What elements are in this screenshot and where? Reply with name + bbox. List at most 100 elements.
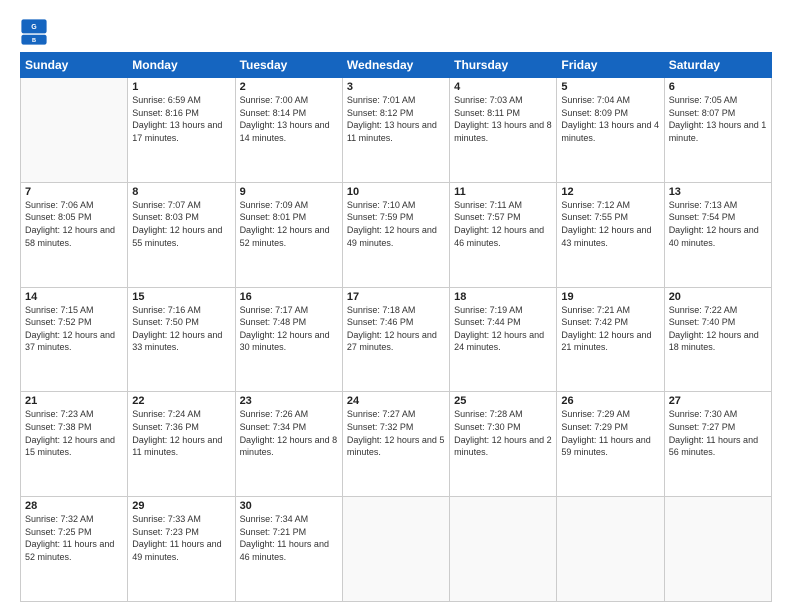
calendar-cell: 13Sunrise: 7:13 AM Sunset: 7:54 PM Dayli…	[664, 182, 771, 287]
day-info: Sunrise: 7:13 AM Sunset: 7:54 PM Dayligh…	[669, 199, 767, 249]
calendar-cell: 16Sunrise: 7:17 AM Sunset: 7:48 PM Dayli…	[235, 287, 342, 392]
day-info: Sunrise: 7:29 AM Sunset: 7:29 PM Dayligh…	[561, 408, 659, 458]
calendar-cell: 3Sunrise: 7:01 AM Sunset: 8:12 PM Daylig…	[342, 78, 449, 183]
day-number: 14	[25, 291, 123, 303]
day-number: 6	[669, 81, 767, 93]
week-row-3: 14Sunrise: 7:15 AM Sunset: 7:52 PM Dayli…	[21, 287, 772, 392]
weekday-header-saturday: Saturday	[664, 53, 771, 78]
day-number: 20	[669, 291, 767, 303]
calendar-cell	[342, 497, 449, 602]
day-info: Sunrise: 7:23 AM Sunset: 7:38 PM Dayligh…	[25, 408, 123, 458]
calendar-cell	[664, 497, 771, 602]
calendar-cell: 2Sunrise: 7:00 AM Sunset: 8:14 PM Daylig…	[235, 78, 342, 183]
day-info: Sunrise: 7:24 AM Sunset: 7:36 PM Dayligh…	[132, 408, 230, 458]
weekday-header-wednesday: Wednesday	[342, 53, 449, 78]
day-number: 22	[132, 395, 230, 407]
weekday-header-friday: Friday	[557, 53, 664, 78]
day-info: Sunrise: 7:10 AM Sunset: 7:59 PM Dayligh…	[347, 199, 445, 249]
calendar-cell	[557, 497, 664, 602]
calendar-cell: 12Sunrise: 7:12 AM Sunset: 7:55 PM Dayli…	[557, 182, 664, 287]
day-number: 8	[132, 186, 230, 198]
calendar-cell: 14Sunrise: 7:15 AM Sunset: 7:52 PM Dayli…	[21, 287, 128, 392]
calendar-cell: 7Sunrise: 7:06 AM Sunset: 8:05 PM Daylig…	[21, 182, 128, 287]
weekday-header-monday: Monday	[128, 53, 235, 78]
calendar-cell: 1Sunrise: 6:59 AM Sunset: 8:16 PM Daylig…	[128, 78, 235, 183]
calendar-cell: 21Sunrise: 7:23 AM Sunset: 7:38 PM Dayli…	[21, 392, 128, 497]
day-info: Sunrise: 7:01 AM Sunset: 8:12 PM Dayligh…	[347, 94, 445, 144]
day-info: Sunrise: 7:06 AM Sunset: 8:05 PM Dayligh…	[25, 199, 123, 249]
day-number: 11	[454, 186, 552, 198]
week-row-1: 1Sunrise: 6:59 AM Sunset: 8:16 PM Daylig…	[21, 78, 772, 183]
week-row-5: 28Sunrise: 7:32 AM Sunset: 7:25 PM Dayli…	[21, 497, 772, 602]
calendar-cell: 30Sunrise: 7:34 AM Sunset: 7:21 PM Dayli…	[235, 497, 342, 602]
calendar-cell: 19Sunrise: 7:21 AM Sunset: 7:42 PM Dayli…	[557, 287, 664, 392]
day-number: 18	[454, 291, 552, 303]
calendar-cell: 6Sunrise: 7:05 AM Sunset: 8:07 PM Daylig…	[664, 78, 771, 183]
day-info: Sunrise: 7:33 AM Sunset: 7:23 PM Dayligh…	[132, 513, 230, 563]
day-info: Sunrise: 7:22 AM Sunset: 7:40 PM Dayligh…	[669, 304, 767, 354]
day-info: Sunrise: 7:07 AM Sunset: 8:03 PM Dayligh…	[132, 199, 230, 249]
day-info: Sunrise: 7:04 AM Sunset: 8:09 PM Dayligh…	[561, 94, 659, 144]
day-number: 23	[240, 395, 338, 407]
calendar-cell: 11Sunrise: 7:11 AM Sunset: 7:57 PM Dayli…	[450, 182, 557, 287]
calendar-cell: 10Sunrise: 7:10 AM Sunset: 7:59 PM Dayli…	[342, 182, 449, 287]
day-number: 26	[561, 395, 659, 407]
day-info: Sunrise: 7:34 AM Sunset: 7:21 PM Dayligh…	[240, 513, 338, 563]
week-row-4: 21Sunrise: 7:23 AM Sunset: 7:38 PM Dayli…	[21, 392, 772, 497]
day-info: Sunrise: 7:12 AM Sunset: 7:55 PM Dayligh…	[561, 199, 659, 249]
calendar-cell: 25Sunrise: 7:28 AM Sunset: 7:30 PM Dayli…	[450, 392, 557, 497]
svg-text:G: G	[31, 24, 37, 31]
day-info: Sunrise: 7:16 AM Sunset: 7:50 PM Dayligh…	[132, 304, 230, 354]
day-number: 9	[240, 186, 338, 198]
logo-icon: G B	[20, 18, 48, 46]
day-number: 13	[669, 186, 767, 198]
day-info: Sunrise: 7:09 AM Sunset: 8:01 PM Dayligh…	[240, 199, 338, 249]
day-info: Sunrise: 7:32 AM Sunset: 7:25 PM Dayligh…	[25, 513, 123, 563]
calendar-cell: 15Sunrise: 7:16 AM Sunset: 7:50 PM Dayli…	[128, 287, 235, 392]
day-info: Sunrise: 7:19 AM Sunset: 7:44 PM Dayligh…	[454, 304, 552, 354]
day-number: 10	[347, 186, 445, 198]
day-number: 12	[561, 186, 659, 198]
day-number: 15	[132, 291, 230, 303]
day-info: Sunrise: 7:05 AM Sunset: 8:07 PM Dayligh…	[669, 94, 767, 144]
day-number: 2	[240, 81, 338, 93]
day-number: 19	[561, 291, 659, 303]
calendar-cell: 9Sunrise: 7:09 AM Sunset: 8:01 PM Daylig…	[235, 182, 342, 287]
day-info: Sunrise: 7:15 AM Sunset: 7:52 PM Dayligh…	[25, 304, 123, 354]
day-number: 29	[132, 500, 230, 512]
weekday-header-row: SundayMondayTuesdayWednesdayThursdayFrid…	[21, 53, 772, 78]
day-info: Sunrise: 7:30 AM Sunset: 7:27 PM Dayligh…	[669, 408, 767, 458]
day-info: Sunrise: 7:00 AM Sunset: 8:14 PM Dayligh…	[240, 94, 338, 144]
day-number: 16	[240, 291, 338, 303]
weekday-header-thursday: Thursday	[450, 53, 557, 78]
day-number: 25	[454, 395, 552, 407]
day-info: Sunrise: 7:28 AM Sunset: 7:30 PM Dayligh…	[454, 408, 552, 458]
day-info: Sunrise: 7:03 AM Sunset: 8:11 PM Dayligh…	[454, 94, 552, 144]
calendar-cell: 29Sunrise: 7:33 AM Sunset: 7:23 PM Dayli…	[128, 497, 235, 602]
day-number: 1	[132, 81, 230, 93]
day-info: Sunrise: 6:59 AM Sunset: 8:16 PM Dayligh…	[132, 94, 230, 144]
calendar-cell: 24Sunrise: 7:27 AM Sunset: 7:32 PM Dayli…	[342, 392, 449, 497]
day-info: Sunrise: 7:27 AM Sunset: 7:32 PM Dayligh…	[347, 408, 445, 458]
calendar-cell: 23Sunrise: 7:26 AM Sunset: 7:34 PM Dayli…	[235, 392, 342, 497]
calendar-cell: 5Sunrise: 7:04 AM Sunset: 8:09 PM Daylig…	[557, 78, 664, 183]
day-info: Sunrise: 7:11 AM Sunset: 7:57 PM Dayligh…	[454, 199, 552, 249]
day-info: Sunrise: 7:26 AM Sunset: 7:34 PM Dayligh…	[240, 408, 338, 458]
calendar-cell: 20Sunrise: 7:22 AM Sunset: 7:40 PM Dayli…	[664, 287, 771, 392]
calendar-cell: 28Sunrise: 7:32 AM Sunset: 7:25 PM Dayli…	[21, 497, 128, 602]
calendar-cell: 26Sunrise: 7:29 AM Sunset: 7:29 PM Dayli…	[557, 392, 664, 497]
day-number: 28	[25, 500, 123, 512]
weekday-header-sunday: Sunday	[21, 53, 128, 78]
day-info: Sunrise: 7:18 AM Sunset: 7:46 PM Dayligh…	[347, 304, 445, 354]
day-number: 3	[347, 81, 445, 93]
calendar-cell	[21, 78, 128, 183]
calendar-cell: 27Sunrise: 7:30 AM Sunset: 7:27 PM Dayli…	[664, 392, 771, 497]
calendar-cell: 22Sunrise: 7:24 AM Sunset: 7:36 PM Dayli…	[128, 392, 235, 497]
svg-text:B: B	[32, 38, 36, 44]
logo: G B	[20, 18, 50, 46]
day-info: Sunrise: 7:17 AM Sunset: 7:48 PM Dayligh…	[240, 304, 338, 354]
weekday-header-tuesday: Tuesday	[235, 53, 342, 78]
day-number: 24	[347, 395, 445, 407]
day-number: 21	[25, 395, 123, 407]
calendar-table: SundayMondayTuesdayWednesdayThursdayFrid…	[20, 52, 772, 602]
